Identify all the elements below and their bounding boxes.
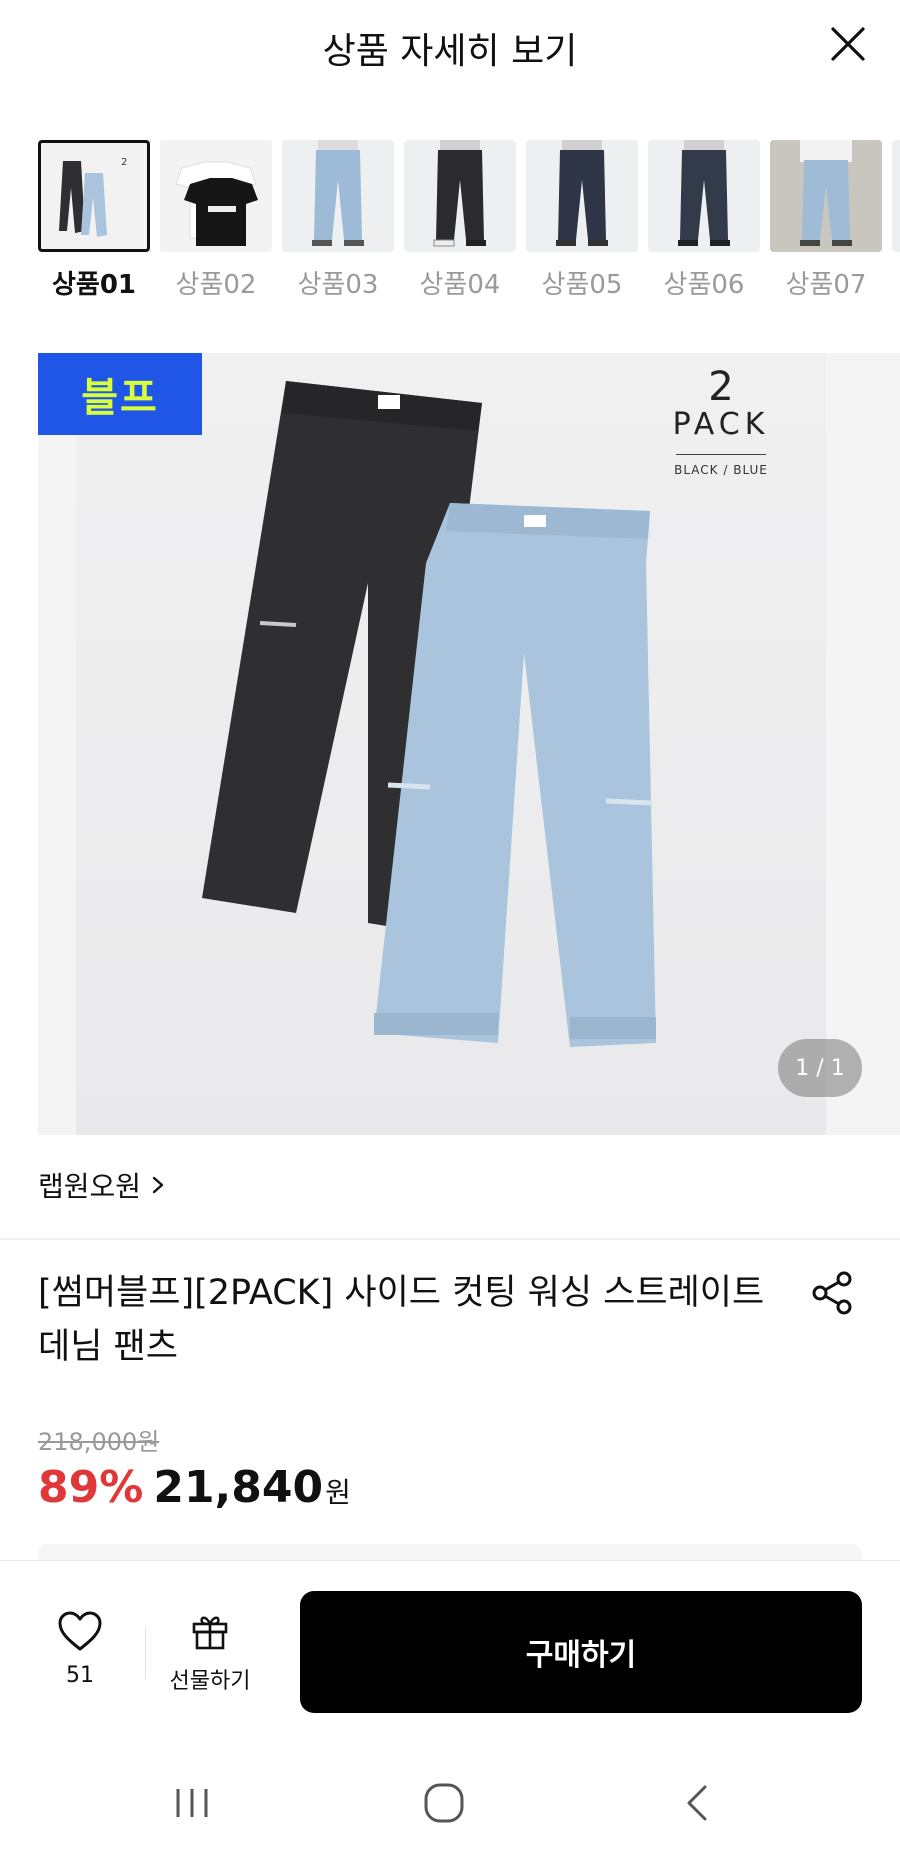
thumbnail-label: 상품01 [51,270,137,300]
thumbnail-image [648,140,760,252]
pack-text: PACK [672,407,770,442]
header: 상품 자세히 보기 [0,0,900,92]
bottom-purchase-bar: 51 선물하기 구매하기 [0,1560,900,1750]
original-price: 218,000원 [38,1428,160,1456]
thumbnail-image [282,140,394,252]
sale-price: 21,840 [153,1462,324,1513]
bar-separator [145,1627,146,1679]
product-title: [썸머블프][2PACK] 사이드 컷팅 워싱 스트레이트 데님 팬츠 [38,1273,765,1367]
thumbnail-label: 상품07 [785,270,867,300]
thumbnail-07[interactable]: 상품07 [770,140,882,301]
thumbnail-01[interactable]: 2 상품01 [38,140,150,301]
back-button[interactable] [668,1778,728,1828]
pack-divider [676,454,766,455]
thumbnail-label: 상품04 [419,270,501,300]
back-icon [687,1785,707,1821]
share-icon [812,1271,852,1315]
pack-colors: BLACK / BLUE [674,463,768,477]
discount-rate: 89% [38,1462,144,1513]
thumbnail-image [404,140,516,252]
thumbnail-image [892,140,900,252]
product-image[interactable]: 블프 2 PACK BLACK / BLUE 1 / 1 [38,353,900,1135]
thumbnail-label: 상품02 [175,270,257,300]
thumbnail-image: 2 [38,140,150,252]
thumbnail-image [770,140,882,252]
buy-button[interactable]: 구매하기 [300,1591,862,1713]
thumbnail-06[interactable]: 상품06 [648,140,760,301]
brand-link[interactable]: 랩원오원 [38,1165,165,1205]
pack-number: 2 [708,364,734,410]
currency-unit: 원 [325,1476,351,1509]
pack-label: 2 PACK BLACK / BLUE [656,364,786,477]
recent-apps-button[interactable] [162,1778,222,1828]
like-button[interactable]: 51 [40,1611,120,1688]
thumbnail-03[interactable]: 상품03 [282,140,394,301]
thumbnail-04[interactable]: 상품04 [404,140,516,301]
price-row: 89% 21,840 원 [38,1462,351,1513]
thumbnail-05[interactable]: 상품05 [526,140,638,301]
thumbnail-label: 상품06 [663,270,745,300]
page-title: 상품 자세히 보기 [322,31,578,72]
gift-icon [192,1616,228,1650]
heart-icon [58,1611,102,1651]
home-button[interactable] [414,1778,474,1828]
brand-name: 랩원오원 [38,1170,142,1203]
thumbnail-label: 상품05 [541,270,623,300]
svg-text:2: 2 [121,157,127,168]
thumbnail-label: 상품03 [297,270,379,300]
thumbnail-08-partial[interactable] [892,140,900,252]
close-icon [831,27,865,61]
share-button[interactable] [806,1266,860,1320]
gift-button[interactable]: 선물하기 [160,1611,260,1695]
chevron-right-icon [152,1176,164,1194]
gift-label: 선물하기 [169,1669,251,1694]
thumbnail-image [160,140,272,252]
image-counter: 1 / 1 [778,1039,862,1097]
promo-badge: 블프 [38,353,202,435]
thumbnail-02[interactable]: 상품02 [160,140,272,301]
thumbnail-strip[interactable]: 2 상품01 상품02 상품03 상품04 상품05 상품06 상품07 [38,140,900,310]
section-divider [0,1238,900,1240]
recent-apps-icon [176,1789,208,1817]
system-nav-bar [0,1750,900,1853]
home-icon [424,1783,464,1823]
thumbnail-image [526,140,638,252]
close-button[interactable] [826,22,870,66]
like-count: 51 [66,1663,94,1688]
